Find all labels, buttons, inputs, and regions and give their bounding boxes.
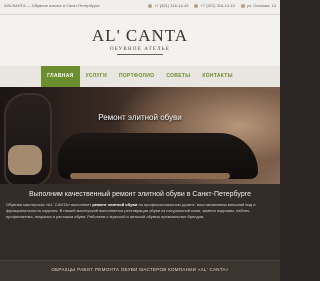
- about-text-part-1: Обувная мастерская «AL' CANTA» выполняет: [6, 202, 92, 207]
- nav-item-contacts[interactable]: КОНТАКТЫ: [196, 66, 238, 87]
- shoe-welt-image: [70, 173, 230, 179]
- nav-item-tips[interactable]: СОВЕТЫ: [160, 66, 196, 87]
- shoe-heel-image: [8, 145, 42, 175]
- about-text: Обувная мастерская «AL' CANTA» выполняет…: [6, 202, 274, 220]
- works-section: ОБРАЗЦЫ РАБОТ РЕМОНТА ОБУВИ МАСТЕРОВ КОМ…: [0, 260, 280, 281]
- phone-contact-1[interactable]: +7 (921) 316-14-43: [148, 3, 188, 8]
- main-nav: ГЛАВНАЯ УСЛУГИ ПОРТФОЛИО СОВЕТЫ КОНТАКТЫ: [0, 66, 280, 87]
- site-logo[interactable]: AL' CANTA: [0, 27, 280, 45]
- top-info-text: АЛЬ'КАНТА — Обувное ателье в Санкт-Петер…: [4, 3, 100, 8]
- works-title: ОБРАЗЦЫ РАБОТ РЕМОНТА ОБУВИ МАСТЕРОВ КОМ…: [51, 267, 229, 272]
- site-subtitle: ОБУВНОЕ АТЕЛЬЕ: [0, 47, 280, 55]
- nav-item-home[interactable]: ГЛАВНАЯ: [41, 66, 80, 87]
- about-text-bold: ремонт элитной обуви: [92, 202, 138, 207]
- top-contacts: +7 (921) 316-14-43 +7 (921) 316-14-43 ул…: [148, 3, 276, 8]
- nav-item-services[interactable]: УСЛУГИ: [80, 66, 113, 87]
- site-header: AL' CANTA ОБУВНОЕ АТЕЛЬЕ: [0, 15, 280, 66]
- phone-contact-2[interactable]: +7 (921) 316-14-43: [194, 3, 234, 8]
- hero-caption: Ремонт элитной обуви: [98, 113, 182, 122]
- top-info-bar: АЛЬ'КАНТА — Обувное ателье в Санкт-Петер…: [0, 0, 280, 15]
- nav-item-portfolio[interactable]: ПОРТФОЛИО: [113, 66, 160, 87]
- hero-banner: Ремонт элитной обуви: [0, 87, 280, 184]
- address-contact: ул. Осипова, 13: [241, 3, 276, 8]
- about-title: Выполним качественный ремонт элитной обу…: [28, 191, 252, 198]
